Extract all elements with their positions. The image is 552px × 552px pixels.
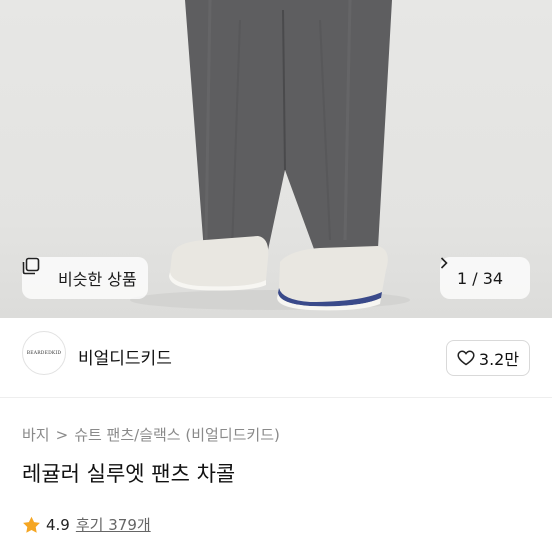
like-button[interactable]: 3.2만 (446, 340, 530, 376)
reviews-link[interactable]: 후기 379개 (76, 514, 151, 535)
similar-products-button[interactable]: 비슷한 상품 (22, 257, 148, 299)
star-icon (22, 516, 41, 534)
image-pager-button[interactable]: 1 / 34 (440, 257, 530, 299)
breadcrumb-separator: > (55, 425, 69, 444)
heart-icon (457, 350, 475, 366)
pager-current: 1 (456, 268, 468, 288)
seller-logo-text: BEARDEDKID (26, 350, 62, 356)
pager-total: 34 (482, 268, 504, 288)
rating-score: 4.9 (46, 515, 70, 534)
copy-icon (22, 257, 52, 287)
pager-separator: / (467, 268, 483, 288)
seller-row: BEARDEDKID 비얼디드키드 3.2만 (0, 318, 552, 398)
seller-avatar[interactable]: BEARDEDKID (22, 331, 66, 375)
seller-name[interactable]: 비얼디드키드 (78, 344, 172, 369)
similar-products-label: 비슷한 상품 (58, 270, 137, 289)
rating-row: 4.9 후기 379개 (22, 514, 151, 535)
product-image-gallery[interactable]: 비슷한 상품 1 / 34 (0, 0, 552, 318)
product-title: 레귤러 실루엣 팬츠 차콜 (22, 462, 236, 486)
like-count: 3.2만 (478, 350, 520, 369)
breadcrumb-item-category[interactable]: 바지 (22, 424, 50, 445)
breadcrumb: 바지 > 슈트 팬츠/슬랙스 (비얼디드키드) (22, 424, 280, 445)
breadcrumb-item-subcategory[interactable]: 슈트 팬츠/슬랙스 (비얼디드키드) (74, 424, 280, 445)
